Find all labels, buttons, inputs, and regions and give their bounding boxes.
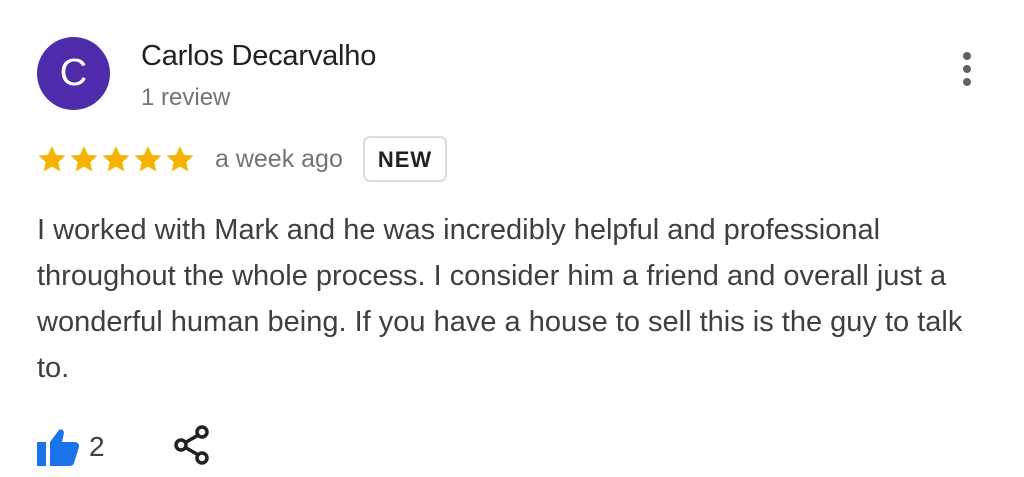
more-vert-icon-dot xyxy=(963,78,971,86)
new-badge: NEW xyxy=(362,136,448,182)
more-vert-icon-dot xyxy=(963,65,971,73)
review-count: 1 review xyxy=(141,84,231,111)
star-icon xyxy=(134,145,162,172)
star-icon xyxy=(102,145,130,172)
share-icon[interactable] xyxy=(172,424,212,466)
review-time: a week ago xyxy=(215,144,343,173)
star-icon xyxy=(70,145,98,172)
more-options-button[interactable] xyxy=(952,48,982,90)
review-text: I worked with Mark and he was incredibly… xyxy=(37,214,963,384)
avatar[interactable]: C xyxy=(37,37,110,110)
thumbs-up-icon xyxy=(37,429,79,466)
like-button[interactable]: 2 xyxy=(37,428,105,466)
star-icon xyxy=(166,145,194,172)
like-count: 2 xyxy=(89,431,105,462)
rating-row: a week ago NEW xyxy=(37,134,448,184)
author-name[interactable]: Carlos Decarvalho xyxy=(141,40,376,73)
more-vert-icon xyxy=(963,52,971,60)
star-rating xyxy=(37,144,195,174)
star-icon xyxy=(38,145,66,172)
